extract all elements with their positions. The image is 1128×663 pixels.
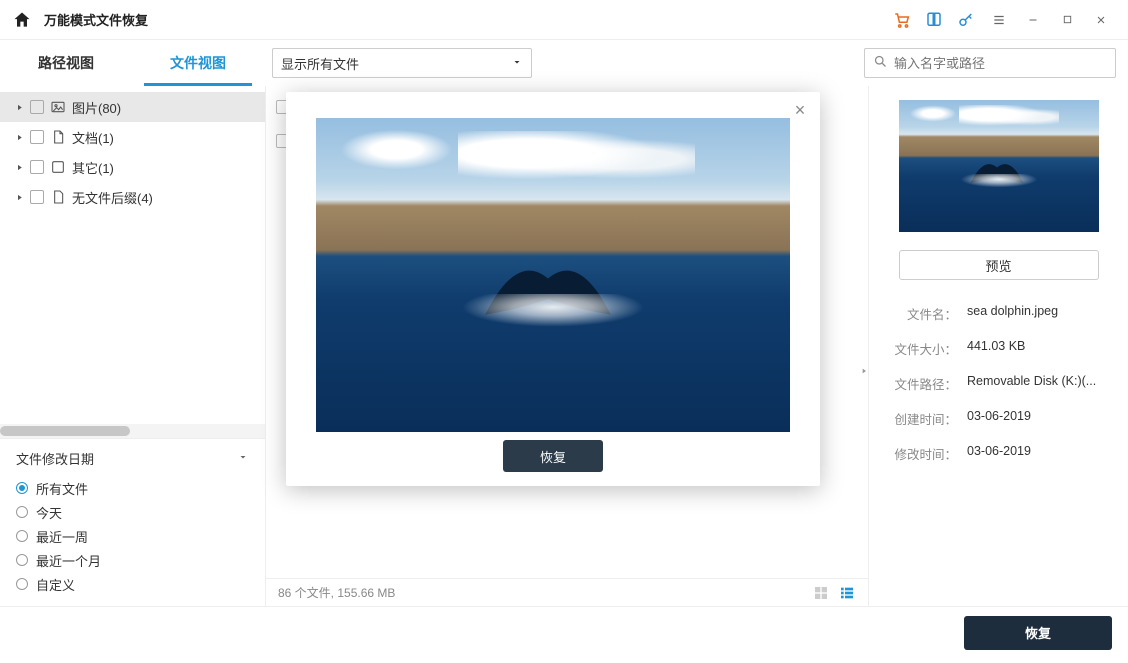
date-filter-title: 文件修改日期	[16, 449, 94, 468]
tree-item-other[interactable]: 其它(1)	[0, 152, 265, 182]
titlebar: 万能模式文件恢复	[0, 0, 1128, 40]
images-icon	[50, 99, 66, 115]
recover-button[interactable]: 恢复	[964, 616, 1112, 650]
date-option-week[interactable]: 最近一周	[16, 524, 249, 548]
date-option-all[interactable]: 所有文件	[16, 476, 249, 500]
meta-label-modified: 修改时间：	[885, 444, 957, 463]
expand-icon[interactable]	[14, 132, 24, 142]
other-icon	[50, 159, 66, 175]
tab-file-view[interactable]: 文件视图	[144, 43, 252, 86]
home-icon[interactable]	[12, 10, 32, 30]
key-icon[interactable]	[952, 6, 980, 34]
sidebar-hscroll[interactable]	[0, 424, 265, 438]
tree-label: 无文件后缀(4)	[72, 188, 153, 207]
expand-icon[interactable]	[14, 192, 24, 202]
maximize-button[interactable]	[1052, 6, 1082, 34]
cart-icon[interactable]	[888, 6, 916, 34]
view-tabs: 路径视图 文件视图	[12, 40, 252, 86]
radio[interactable]	[16, 554, 28, 566]
sidebar: 图片(80) 文档(1) 其它(1) 无文件后缀(4)	[0, 86, 266, 606]
date-option-today[interactable]: 今天	[16, 500, 249, 524]
checkbox[interactable]	[30, 130, 44, 144]
meta-path: Removable Disk (K:)(...	[967, 374, 1112, 393]
tree-item-documents[interactable]: 文档(1)	[0, 122, 265, 152]
tab-path-view[interactable]: 路径视图	[12, 43, 120, 86]
radio[interactable]	[16, 482, 28, 494]
tree-item-images[interactable]: 图片(80)	[0, 92, 265, 122]
preview-button[interactable]: 预览	[899, 250, 1099, 280]
radio[interactable]	[16, 506, 28, 518]
checkbox[interactable]	[30, 190, 44, 204]
meta-size: 441.03 KB	[967, 339, 1112, 358]
radio[interactable]	[16, 578, 28, 590]
date-option-custom[interactable]: 自定义	[16, 572, 249, 596]
category-tree: 图片(80) 文档(1) 其它(1) 无文件后缀(4)	[0, 86, 265, 218]
option-label: 最近一周	[36, 527, 88, 546]
meta-modified: 03-06-2019	[967, 444, 1112, 463]
date-option-month[interactable]: 最近一个月	[16, 548, 249, 572]
search-input[interactable]	[888, 56, 1107, 71]
tree-label: 文档(1)	[72, 128, 114, 147]
menu-icon[interactable]	[984, 6, 1014, 34]
tree-item-noext[interactable]: 无文件后缀(4)	[0, 182, 265, 212]
document-icon	[50, 129, 66, 145]
thumbnail-preview	[899, 100, 1099, 232]
meta-created: 03-06-2019	[967, 409, 1112, 428]
option-label: 最近一个月	[36, 551, 101, 570]
status-text: 86 个文件, 155.66 MB	[278, 584, 395, 601]
collapse-handle[interactable]	[859, 356, 869, 386]
meta-label-path: 文件路径：	[885, 374, 957, 393]
option-label: 所有文件	[36, 479, 88, 498]
radio[interactable]	[16, 530, 28, 542]
tree-label: 图片(80)	[72, 98, 121, 117]
app-title: 万能模式文件恢复	[44, 10, 148, 29]
preview-modal: × 恢复	[286, 92, 820, 486]
modal-image	[316, 118, 790, 432]
status-bar: 86 个文件, 155.66 MB	[266, 578, 868, 606]
topbar: 路径视图 文件视图 显示所有文件	[0, 40, 1128, 86]
date-filter-header[interactable]: 文件修改日期	[16, 449, 249, 468]
expand-icon[interactable]	[14, 102, 24, 112]
file-filter-label: 显示所有文件	[281, 54, 359, 73]
book-icon[interactable]	[920, 6, 948, 34]
close-button[interactable]	[1086, 6, 1116, 34]
chevron-down-icon	[237, 451, 249, 466]
chevron-down-icon	[511, 56, 523, 71]
file-filter-select[interactable]: 显示所有文件	[272, 48, 532, 78]
expand-icon[interactable]	[14, 162, 24, 172]
meta-label-created: 创建时间：	[885, 409, 957, 428]
search-box[interactable]	[864, 48, 1116, 78]
search-icon	[873, 54, 888, 72]
tree-label: 其它(1)	[72, 158, 114, 177]
meta-name: sea dolphin.jpeg	[967, 304, 1112, 323]
meta-label-size: 文件大小：	[885, 339, 957, 358]
list-view-icon[interactable]	[838, 584, 856, 602]
minimize-button[interactable]	[1018, 6, 1048, 34]
file-icon	[50, 189, 66, 205]
grid-view-icon[interactable]	[812, 584, 830, 602]
checkbox[interactable]	[30, 100, 44, 114]
details-panel: 预览 文件名： sea dolphin.jpeg 文件大小： 441.03 KB 文…	[868, 86, 1128, 606]
option-label: 今天	[36, 503, 62, 522]
meta-label-name: 文件名：	[885, 304, 957, 323]
bottom-bar: 恢复	[0, 606, 1128, 658]
close-icon[interactable]: ×	[790, 100, 810, 120]
checkbox[interactable]	[30, 160, 44, 174]
option-label: 自定义	[36, 575, 75, 594]
modal-recover-button[interactable]: 恢复	[503, 440, 603, 472]
date-filter-section: 文件修改日期 所有文件 今天 最近一周 最近一个月 自定义	[0, 438, 265, 606]
